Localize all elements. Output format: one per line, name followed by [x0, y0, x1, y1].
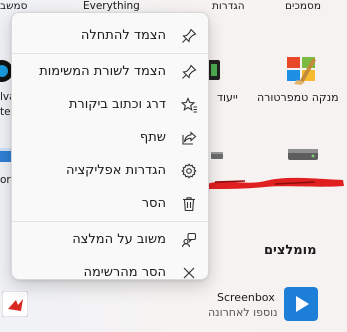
app-label-documents[interactable]: מסמכים: [285, 0, 321, 16]
menu-item-label: הצמד להתחלה: [80, 28, 166, 43]
drive-icon[interactable]: [288, 146, 318, 162]
app-label-weather[interactable]: ייעוד: [217, 91, 238, 104]
menu-separator: [12, 53, 208, 54]
temp-cleaner-icon[interactable]: [285, 52, 319, 86]
redaction-mark: [205, 172, 347, 192]
menu-separator: [12, 221, 208, 222]
recommended-item-subtitle: נוספו לאחרונה: [208, 306, 278, 319]
app-label-settings[interactable]: הגדרות: [212, 0, 245, 16]
battery-app-icon[interactable]: [208, 58, 222, 82]
recommended-item-title[interactable]: Screenbox: [217, 291, 275, 304]
menu-item-label: הסר מהרשימה: [83, 265, 166, 280]
recommended-heading: מומלצים: [264, 243, 317, 258]
trash-icon: [180, 195, 198, 213]
gear-icon: [180, 162, 198, 180]
menu-item-label: דרג וכתוב ביקורת: [68, 97, 166, 112]
menu-item-app-settings[interactable]: הגדרות אפליקציה: [12, 154, 208, 187]
feedback-icon: [180, 231, 198, 249]
star-icon: [180, 96, 198, 114]
pin-icon: [180, 27, 198, 45]
menu-item-label: הגדרות אפליקציה: [66, 163, 166, 178]
menu-item-label: שתף: [139, 130, 166, 145]
share-icon: [180, 129, 198, 147]
menu-item-rate-review[interactable]: דרג וכתוב ביקורת: [12, 88, 208, 121]
app-label-temp-cleaner[interactable]: מנקה טמפרטורה: [257, 91, 339, 104]
partial-app-icon-3[interactable]: [2, 291, 28, 317]
context-menu: הצמד להתחלה הצמד לשורת המשימות דרג וכתוב…: [11, 12, 209, 280]
screenbox-icon[interactable]: [284, 287, 318, 321]
pin-icon: [180, 63, 198, 81]
menu-item-label: הסר: [141, 196, 166, 211]
menu-item-pin-taskbar[interactable]: הצמד לשורת המשימות: [12, 55, 208, 88]
menu-item-uninstall[interactable]: הסר: [12, 187, 208, 220]
menu-item-pin-start[interactable]: הצמד להתחלה: [12, 19, 208, 52]
drive-icon-partial[interactable]: [211, 150, 223, 160]
menu-item-feedback[interactable]: משוב על המלצה: [12, 223, 208, 256]
menu-item-share[interactable]: שתף: [12, 121, 208, 154]
menu-item-label: הצמד לשורת המשימות: [39, 64, 166, 79]
menu-item-label: משוב על המלצה: [72, 232, 166, 247]
menu-item-remove-from-list[interactable]: הסר מהרשימה: [12, 256, 208, 289]
close-icon: [180, 264, 198, 282]
